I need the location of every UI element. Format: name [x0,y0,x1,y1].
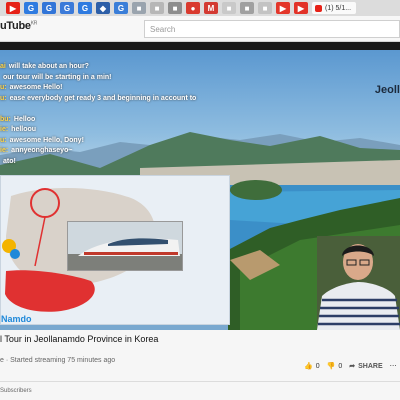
youtube-logo[interactable]: uTubeKR [0,20,37,32]
browser-tab[interactable]: G [42,2,56,14]
chat-line: our tour will be starting in a min! [3,73,112,81]
browser-tab[interactable]: G [78,2,92,14]
thumbs-up-icon: 👍 [304,363,313,370]
subscriber-text: Subscribers [0,388,32,394]
map-panel: Namdo [0,175,230,325]
share-arrow-icon: ➦ [349,363,356,370]
browser-tab[interactable]: ▶ [294,2,308,14]
browser-tab[interactable]: ■ [168,2,182,14]
thumbs-down-icon: 👎 [326,363,336,370]
divider [0,381,400,382]
chat-line: ie: helloou [0,126,37,133]
namdo-label: Namdo [1,314,32,324]
browser-tab[interactable]: ■ [222,2,236,14]
youtube-header: uTubeKR Search [0,16,400,42]
chat-line: u: awesome Hello, Dony! [0,136,84,144]
share-label: SHARE [358,362,383,370]
browser-tab[interactable]: ◆ [96,2,110,14]
browser-tab[interactable]: ● [186,2,200,14]
like-button[interactable]: 👍 0 [304,362,320,371]
browser-tab[interactable]: ■ [132,2,146,14]
chat-line: ie: annyeonghaseyo~ [0,147,73,154]
video-meta: e · Started streaming 75 minutes ago [0,357,116,364]
search-placeholder: Search [150,25,176,34]
logo-region: KR [30,20,38,27]
browser-tab-active[interactable]: (1) 5/1... [312,2,356,14]
browser-tab[interactable]: M [204,2,218,14]
more-options-icon[interactable]: ⋯ [390,362,397,370]
like-count: 0 [315,362,320,370]
dislike-button[interactable]: 👎 0 [326,362,343,371]
chat-line: ai will take about an hour? [0,63,89,70]
browser-tab[interactable]: G [60,2,74,14]
video-player[interactable]: ai will take about an hour? our tour will… [0,50,400,330]
chat-line: u: ease everybody get ready 3 and beginni… [0,94,197,102]
live-chat-overlay: ai will take about an hour? our tour will… [0,62,196,167]
train-photo [67,221,183,271]
browser-tab[interactable]: G [24,2,38,14]
video-title[interactable]: l Tour in Jeollanamdo Province in Korea [0,334,158,344]
chat-line: bu: Helloo [0,115,36,123]
browser-tab[interactable]: ▶ [276,2,290,14]
dislike-count: 0 [338,362,343,370]
logo-text: uTube [0,20,31,32]
browser-tab-strip: ▶ G G G G ◆ G ■ ■ ■ ● M ■ ■ ■ ▶ ▶ (1) 5/… [0,0,400,16]
youtube-favicon-icon [315,4,322,12]
browser-tab[interactable]: G [114,2,128,14]
chat-line: ato! [3,157,16,165]
active-tab-label: (1) 5/1... [325,4,352,12]
presenter-webcam [317,236,400,330]
browser-tab[interactable]: ■ [258,2,272,14]
browser-tab[interactable]: ■ [240,2,254,14]
share-button[interactable]: ➦ SHARE [349,362,383,371]
chat-line [0,104,196,115]
video-actions: 👍 0 👎 0 ➦ SHARE ⋯ [304,362,397,371]
search-input[interactable]: Search [144,20,400,38]
overlay-brand-text: Jeoll [374,84,400,96]
browser-tab[interactable]: ▶ [6,2,20,14]
chat-line: u: awesome Hello! [0,84,63,91]
browser-tab[interactable]: ■ [150,2,164,14]
